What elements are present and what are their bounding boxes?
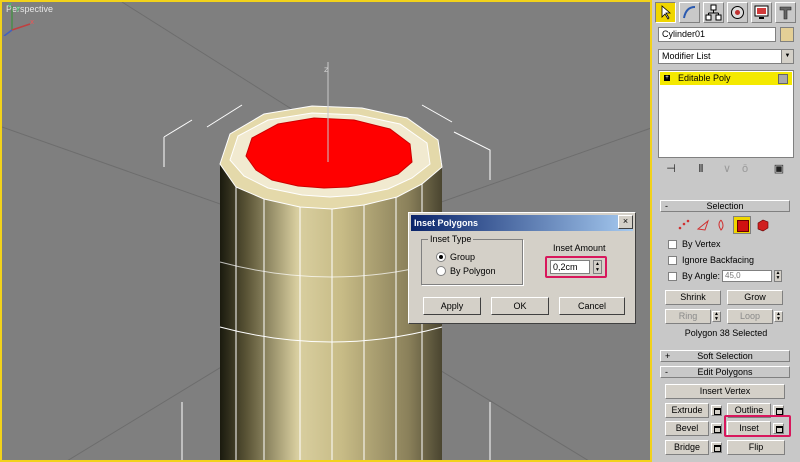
grow-button[interactable]: Grow <box>727 290 783 305</box>
stack-item-editable-poly[interactable]: + Editable Poly <box>660 72 792 85</box>
inset-type-label: Inset Type <box>428 234 474 244</box>
soft-selection-rollout-header[interactable]: + Soft Selection <box>660 350 790 362</box>
polygon-mode-button[interactable] <box>733 216 751 234</box>
inset-amount-input[interactable] <box>550 260 590 274</box>
by-angle-option[interactable]: By Angle: <box>668 271 720 281</box>
display-tab-icon[interactable] <box>751 2 772 23</box>
remove-modifier-icon[interactable]: ō <box>738 162 752 176</box>
checkbox-icon[interactable] <box>668 271 677 281</box>
modifier-list-label: Modifier List <box>662 51 711 61</box>
ring-spinner[interactable]: ▲ ▼ <box>712 311 721 322</box>
by-vertex-label: By Vertex <box>682 239 721 249</box>
svg-text:y: y <box>16 4 20 12</box>
radio-button-icon[interactable] <box>436 266 446 276</box>
radio-group-option[interactable]: Group <box>436 252 475 262</box>
border-mode-icon[interactable] <box>714 218 730 232</box>
radio-button-icon[interactable] <box>436 252 446 262</box>
soft-selection-rollout-title: Soft Selection <box>697 351 753 361</box>
inset-amount-highlight: ▲▼ <box>545 256 607 278</box>
bridge-button[interactable]: Bridge <box>665 440 709 455</box>
inset-amount-spinner[interactable]: ▲ ▼ <box>593 260 602 274</box>
apply-button[interactable]: Apply <box>423 297 481 315</box>
extrude-settings-icon[interactable] <box>711 405 722 416</box>
checkbox-icon[interactable] <box>668 239 677 249</box>
stack-toolbar: ⊣ Ⅱ ∨ ō ▣ <box>658 160 794 180</box>
edge-mode-icon[interactable] <box>695 218 711 232</box>
cancel-button[interactable]: Cancel <box>559 297 625 315</box>
show-end-result-icon[interactable]: Ⅱ <box>694 162 708 176</box>
bevel-button[interactable]: Bevel <box>665 421 709 436</box>
selection-status: Polygon 38 Selected <box>684 328 768 338</box>
ignore-backfacing-option[interactable]: Ignore Backfacing <box>668 255 754 265</box>
hierarchy-tab-icon[interactable] <box>703 2 724 23</box>
dialog-title[interactable]: Inset Polygons <box>411 215 633 231</box>
modify-tab-icon[interactable] <box>679 2 700 23</box>
bevel-settings-icon[interactable] <box>711 423 722 434</box>
object-name-field[interactable]: Cylinder01 <box>658 27 776 42</box>
radio-by-polygon-option[interactable]: By Polygon <box>436 266 496 276</box>
command-panel-tabs <box>652 0 800 26</box>
extrude-button[interactable]: Extrude <box>665 403 709 418</box>
modifier-stack: + Editable Poly <box>658 70 794 158</box>
ignore-backfacing-label: Ignore Backfacing <box>682 255 755 265</box>
by-angle-label: By Angle: <box>682 271 721 281</box>
selected-polygon-face <box>245 117 413 189</box>
inset-polygons-dialog: Inset Polygons × Inset Type Group By Pol… <box>408 212 636 324</box>
selection-rollout-title: Selection <box>706 201 744 211</box>
svg-text:x: x <box>30 18 34 26</box>
svg-text:z: z <box>8 2 12 9</box>
flip-button[interactable]: Flip <box>727 440 785 455</box>
polygon-mode-icon <box>737 220 749 232</box>
inset-amount-label: Inset Amount <box>553 243 606 253</box>
radio-group-label: Group <box>450 252 476 262</box>
selection-rollout-header[interactable]: - Selection <box>660 200 790 212</box>
configure-modifier-sets-icon[interactable]: ▣ <box>772 162 786 176</box>
collapse-minus-icon: - <box>665 367 668 377</box>
ok-button[interactable]: OK <box>491 297 549 315</box>
object-color-swatch[interactable] <box>780 27 794 42</box>
ring-button[interactable]: Ring <box>665 309 711 324</box>
motion-tab-icon[interactable] <box>727 2 748 23</box>
insert-vertex-button[interactable]: Insert Vertex <box>665 384 785 399</box>
create-tab-icon[interactable] <box>655 2 676 23</box>
expand-plus-icon: + <box>665 351 671 361</box>
angle-spinner[interactable]: ▲ ▼ <box>774 270 782 282</box>
vertex-mode-icon[interactable] <box>676 218 692 232</box>
expand-plus-icon[interactable]: + <box>664 75 670 81</box>
svg-text:z: z <box>324 65 328 74</box>
checkbox-icon[interactable] <box>668 255 677 265</box>
chevron-down-icon[interactable]: ▼ <box>781 50 793 63</box>
collapse-minus-icon: - <box>665 201 668 211</box>
loop-spinner[interactable]: ▲ ▼ <box>774 311 783 322</box>
by-vertex-option[interactable]: By Vertex <box>668 239 721 249</box>
inset-highlight <box>724 415 791 437</box>
modifier-list-dropdown[interactable]: Modifier List ▼ <box>658 49 794 64</box>
loop-button[interactable]: Loop <box>727 309 773 324</box>
edit-polygons-rollout-title: Edit Polygons <box>697 367 753 377</box>
axis-tripod-icon: z x y <box>3 2 34 36</box>
make-unique-icon[interactable]: ∨ <box>720 162 734 176</box>
edit-polygons-rollout-header[interactable]: - Edit Polygons <box>660 366 790 378</box>
stack-toggle-icon[interactable] <box>778 74 788 84</box>
stack-item-label: Editable Poly <box>678 73 731 83</box>
element-mode-icon[interactable] <box>755 218 771 232</box>
shrink-button[interactable]: Shrink <box>665 290 721 305</box>
utilities-tab-icon[interactable] <box>775 2 796 23</box>
angle-input[interactable]: 45,0 <box>722 270 772 282</box>
inset-type-group: Inset Type Group By Polygon <box>421 234 523 285</box>
radio-by-polygon-label: By Polygon <box>450 266 496 276</box>
bridge-settings-icon[interactable] <box>711 442 722 453</box>
pin-stack-icon[interactable]: ⊣ <box>664 162 678 176</box>
dialog-close-button[interactable]: × <box>618 215 633 229</box>
